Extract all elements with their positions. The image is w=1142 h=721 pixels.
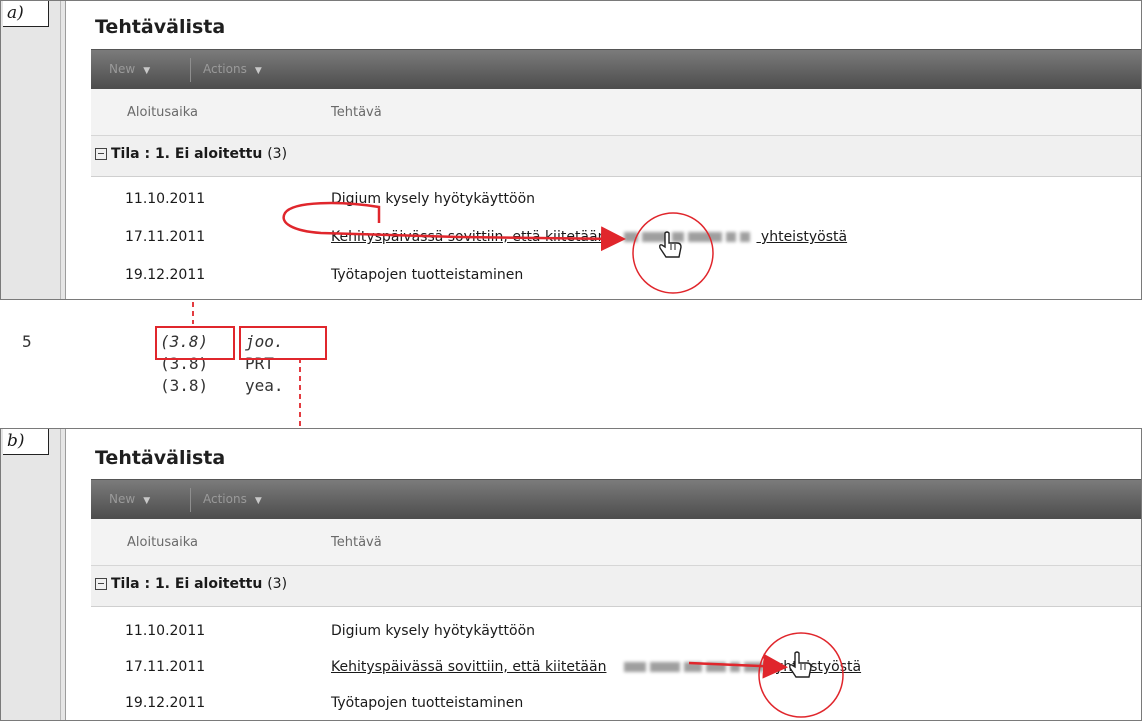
- row-task-link[interactable]: Kehityspäivässä sovittiin, että kiitetää…: [331, 229, 847, 245]
- redacted-text: [650, 662, 681, 672]
- row-date: 17.11.2011: [125, 659, 206, 675]
- redacted-text: [684, 662, 703, 672]
- redacted-text: [642, 232, 669, 242]
- actions-button-label: Actions: [203, 62, 247, 76]
- dropdown-arrow-icon: ▼: [143, 66, 151, 76]
- group-count: (3): [267, 576, 288, 592]
- panel-a: a) Tehtävälista New ▼ Actions ▼ Aloitusaik…: [0, 0, 1142, 300]
- row-task: Työtapojen tuotteistaminen: [331, 695, 524, 711]
- line-number: 5: [22, 332, 32, 351]
- column-header-task[interactable]: Tehtävä: [331, 105, 382, 120]
- row-date: 19.12.2011: [125, 267, 206, 283]
- row-date: 11.10.2011: [125, 191, 206, 207]
- row-task-end: yhteistyöstä: [774, 659, 862, 675]
- collapse-box-icon[interactable]: [95, 148, 107, 160]
- highlight-box-time: [155, 326, 235, 360]
- new-button[interactable]: New ▼: [109, 62, 150, 76]
- redacted-text: [624, 232, 639, 242]
- redacted-text: [672, 232, 685, 242]
- highlight-box-word: [239, 326, 327, 360]
- row-task: Työtapojen tuotteistaminen: [331, 267, 524, 283]
- column-header-row: Aloitusaika Tehtävä: [91, 89, 1141, 136]
- table-row[interactable]: 17.11.2011 Kehityspäivässä sovittiin, et…: [91, 653, 1141, 681]
- task-list-app-b: Tehtävälista New ▼ Actions ▼ Aloitusaika T…: [67, 429, 1141, 720]
- page-title: Tehtävälista: [95, 16, 226, 38]
- row-task-start: Kehityspäivässä sovittiin, että kiitetää…: [331, 229, 607, 245]
- row-date: 17.11.2011: [125, 229, 206, 245]
- row-task: Digium kysely hyötykäyttöön: [331, 191, 536, 207]
- group-label: Tila : 1. Ei aloitettu (3): [111, 146, 287, 162]
- new-button-label: New: [109, 62, 136, 76]
- group-label: Tila : 1. Ei aloitettu (3): [111, 576, 287, 592]
- dropdown-arrow-icon: ▼: [254, 496, 262, 506]
- redacted-text: [744, 662, 765, 672]
- toolbar: New ▼ Actions ▼: [91, 479, 1141, 520]
- actions-button[interactable]: Actions ▼: [203, 492, 262, 506]
- dropdown-arrow-icon: ▼: [143, 496, 151, 506]
- redacted-text: [706, 662, 727, 672]
- redacted-text: [688, 232, 723, 242]
- column-header-row: Aloitusaika Tehtävä: [91, 519, 1141, 566]
- panel-b-label: b): [3, 429, 49, 455]
- column-header-task[interactable]: Tehtävä: [331, 535, 382, 550]
- collapse-box-icon[interactable]: [95, 578, 107, 590]
- panel-a-gutter: [1, 1, 66, 299]
- new-button-label: New: [109, 492, 136, 506]
- group-header[interactable]: Tila : 1. Ei aloitettu (3): [91, 136, 1141, 177]
- column-header-start[interactable]: Aloitusaika: [127, 535, 198, 550]
- dropdown-arrow-icon: ▼: [254, 66, 262, 76]
- row-task-end: yhteistyöstä: [760, 229, 848, 245]
- transcript-word: yea.: [245, 376, 284, 395]
- table-row[interactable]: 19.12.2011 Työtapojen tuotteistaminen: [91, 689, 1141, 717]
- transcript-time: (3.8): [160, 376, 209, 395]
- redacted-text: [730, 662, 741, 672]
- row-task-link[interactable]: Kehityspäivässä sovittiin, että kiitetää…: [331, 659, 861, 675]
- group-header[interactable]: Tila : 1. Ei aloitettu (3): [91, 566, 1141, 607]
- row-date: 19.12.2011: [125, 695, 206, 711]
- toolbar-divider: [190, 488, 191, 512]
- panel-b: b) Tehtävälista New ▼ Actions ▼ Aloitusaik…: [0, 428, 1142, 721]
- toolbar-divider: [190, 58, 191, 82]
- redacted-text: [726, 232, 737, 242]
- transcript: 5 (3.8) joo. (3.8) PRT (3.8) yea.: [0, 300, 1142, 428]
- column-header-start[interactable]: Aloitusaika: [127, 105, 198, 120]
- row-task: Digium kysely hyötykäyttöön: [331, 623, 536, 639]
- redacted-text: [740, 232, 751, 242]
- group-label-text: Tila : 1. Ei aloitettu: [111, 576, 263, 592]
- table-row[interactable]: 17.11.2011 Kehityspäivässä sovittiin, et…: [91, 223, 1141, 251]
- panel-a-label: a): [3, 1, 49, 27]
- toolbar: New ▼ Actions ▼: [91, 49, 1141, 90]
- actions-button-label: Actions: [203, 492, 247, 506]
- new-button[interactable]: New ▼: [109, 492, 150, 506]
- table-row[interactable]: 11.10.2011 Digium kysely hyötykäyttöön: [91, 617, 1141, 645]
- table-row[interactable]: 19.12.2011 Työtapojen tuotteistaminen: [91, 261, 1141, 289]
- task-list-app-a: Tehtävälista New ▼ Actions ▼ Aloitusaika T…: [67, 1, 1141, 299]
- table-row[interactable]: 11.10.2011 Digium kysely hyötykäyttöön: [91, 185, 1141, 213]
- group-label-text: Tila : 1. Ei aloitettu: [111, 146, 263, 162]
- redacted-text: [624, 662, 647, 672]
- page-title: Tehtävälista: [95, 447, 226, 469]
- actions-button[interactable]: Actions ▼: [203, 62, 262, 76]
- row-date: 11.10.2011: [125, 623, 206, 639]
- panel-b-gutter: [1, 429, 66, 720]
- row-task-start: Kehityspäivässä sovittiin, että kiitetää…: [331, 659, 607, 675]
- group-count: (3): [267, 146, 288, 162]
